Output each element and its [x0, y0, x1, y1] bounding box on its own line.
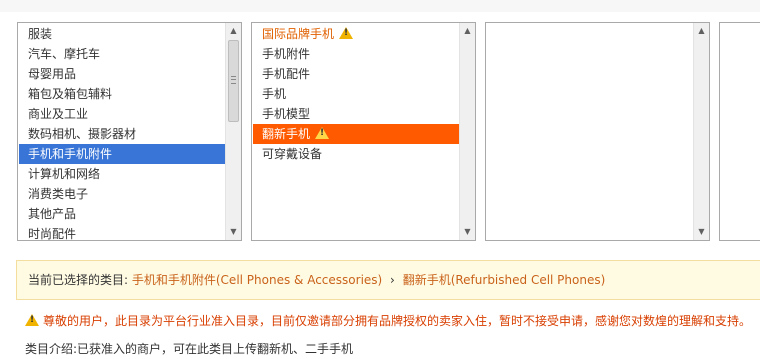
selected-category-level-2: 翻新手机(Refurbished Cell Phones) — [402, 273, 606, 287]
grip-icon — [231, 76, 236, 84]
list-item-selected[interactable]: 翻新手机 — [253, 124, 459, 144]
list-item[interactable]: 手机配件 — [253, 64, 459, 84]
top-strip — [0, 0, 760, 12]
list-item-selected[interactable]: 手机和手机附件 — [19, 144, 225, 164]
list-item[interactable]: 母婴用品 — [19, 64, 225, 84]
list-item-label: 国际品牌手机 — [262, 27, 335, 41]
scroll-thumb[interactable] — [228, 40, 239, 122]
category-intro: 类目介绍:已获准入的商户，可在此类目上传翻新机、二手手机 — [25, 340, 353, 357]
category-intro-text: 已获准入的商户，可在此类目上传翻新机、二手手机 — [77, 342, 354, 356]
scroll-down-arrow-icon[interactable]: ▼ — [694, 224, 709, 240]
category-intro-label: 类目介绍: — [25, 342, 78, 356]
list-3-scrollbar[interactable]: ▲ ▼ — [693, 23, 709, 240]
restricted-category-notice: 尊敬的用户，此目录为平台行业准入目录，目前仅邀请部分拥有品牌授权的卖家入住，暂时… — [25, 312, 751, 329]
list-item[interactable]: 手机模型 — [253, 104, 459, 124]
notice-text: 尊敬的用户，此目录为平台行业准入目录，目前仅邀请部分拥有品牌授权的卖家入住，暂时… — [43, 314, 752, 328]
list-item[interactable]: 时尚配件 — [19, 224, 225, 240]
scroll-up-arrow-icon[interactable]: ▲ — [460, 23, 475, 39]
current-selection-label: 当前已选择的类目: — [28, 273, 129, 287]
list-item[interactable]: 消费类电子 — [19, 184, 225, 204]
warning-icon — [315, 127, 330, 139]
warning-icon — [339, 27, 354, 39]
scroll-up-arrow-icon[interactable]: ▲ — [226, 23, 241, 39]
scroll-down-arrow-icon[interactable]: ▼ — [226, 224, 241, 240]
list-1-scrollbar[interactable]: ▲ ▼ — [225, 23, 241, 240]
category-list-level-2[interactable]: 国际品牌手机 手机附件 手机配件 手机 手机模型 翻新手机 可穿戴设备 ▲ ▼ — [251, 22, 476, 241]
list-item-brand-phones[interactable]: 国际品牌手机 — [253, 24, 459, 44]
breadcrumb-separator: › — [390, 273, 395, 287]
category-list-level-3[interactable]: ▲ ▼ — [485, 22, 710, 241]
category-list-level-4[interactable] — [719, 22, 760, 241]
list-item[interactable]: 可穿戴设备 — [253, 144, 459, 164]
list-item[interactable]: 数码相机、摄影器材 — [19, 124, 225, 144]
list-item[interactable]: 箱包及箱包辅料 — [19, 84, 225, 104]
list-2-scrollbar[interactable]: ▲ ▼ — [459, 23, 475, 240]
scroll-up-arrow-icon[interactable]: ▲ — [694, 23, 709, 39]
list-item[interactable]: 手机附件 — [253, 44, 459, 64]
list-item[interactable]: 汽车、摩托车 — [19, 44, 225, 64]
list-item[interactable]: 手机 — [253, 84, 459, 104]
category-list-level-1[interactable]: 服装 汽车、摩托车 母婴用品 箱包及箱包辅料 商业及工业 数码相机、摄影器材 手… — [17, 22, 242, 241]
list-item-label: 翻新手机 — [262, 127, 311, 141]
category-list-level-1-items: 服装 汽车、摩托车 母婴用品 箱包及箱包辅料 商业及工业 数码相机、摄影器材 手… — [19, 24, 225, 240]
warning-icon — [25, 314, 39, 326]
list-item[interactable]: 计算机和网络 — [19, 164, 225, 184]
category-list-level-2-items: 国际品牌手机 手机附件 手机配件 手机 手机模型 翻新手机 可穿戴设备 — [253, 24, 459, 164]
selected-category-level-1: 手机和手机附件(Cell Phones & Accessories) — [131, 273, 383, 287]
scroll-down-arrow-icon[interactable]: ▼ — [460, 224, 475, 240]
list-item[interactable]: 服装 — [19, 24, 225, 44]
current-selection-bar: 当前已选择的类目: 手机和手机附件(Cell Phones & Accessor… — [16, 260, 760, 300]
list-item[interactable]: 其他产品 — [19, 204, 225, 224]
list-item[interactable]: 商业及工业 — [19, 104, 225, 124]
